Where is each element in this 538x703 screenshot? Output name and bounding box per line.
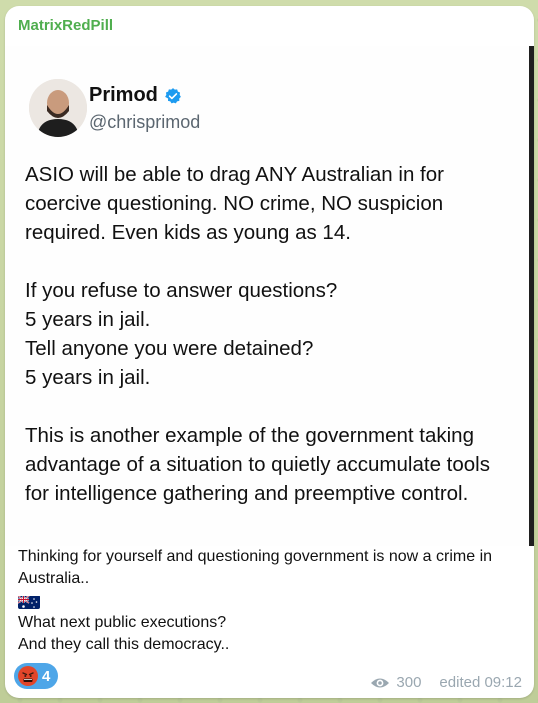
caption-line-3: And they call this democracy.. [18,636,230,653]
tweet-author-handle: @chrisprimod [89,112,201,132]
verified-badge-icon [165,87,181,103]
reaction-count: 4 [42,667,51,685]
avatar [29,79,87,137]
message-bubble[interactable]: MatrixRedPill Primod @chrisprimod ASIO w… [5,6,534,698]
avatar-portrait-icon [29,79,87,137]
view-count: 300 [396,674,422,691]
caption-line-2: What next public executions? [18,614,227,631]
tweet-screenshot-image[interactable]: Primod @chrisprimod ASIO will be able to… [5,46,534,546]
image-edge [529,46,534,546]
sender-name[interactable]: MatrixRedPill [18,17,113,34]
caption-line-1: Thinking for yourself and questioning go… [18,548,496,587]
author-name-text: Primod [89,84,158,106]
message-meta: 300 edited 09:12 [370,674,522,691]
tweet-paragraph-2: If you refuse to answer questions? 5 yea… [25,279,338,389]
reaction-chip[interactable]: 4 [14,663,59,689]
angry-face-emoji-icon [18,666,38,686]
australia-flag-emoji [18,595,40,609]
message-caption: Thinking for yourself and questioning go… [18,546,523,656]
tweet-text: ASIO will be able to drag ANY Australian… [25,160,505,537]
edited-timestamp: edited 09:12 [439,674,522,691]
tweet-paragraph-1: ASIO will be able to drag ANY Australian… [25,163,444,244]
eye-icon [371,678,390,687]
tweet-author-name: Primod [89,84,182,107]
tweet-card: Primod @chrisprimod ASIO will be able to… [5,46,529,546]
tweet-paragraph-3: This is another example of the governmen… [25,424,490,505]
